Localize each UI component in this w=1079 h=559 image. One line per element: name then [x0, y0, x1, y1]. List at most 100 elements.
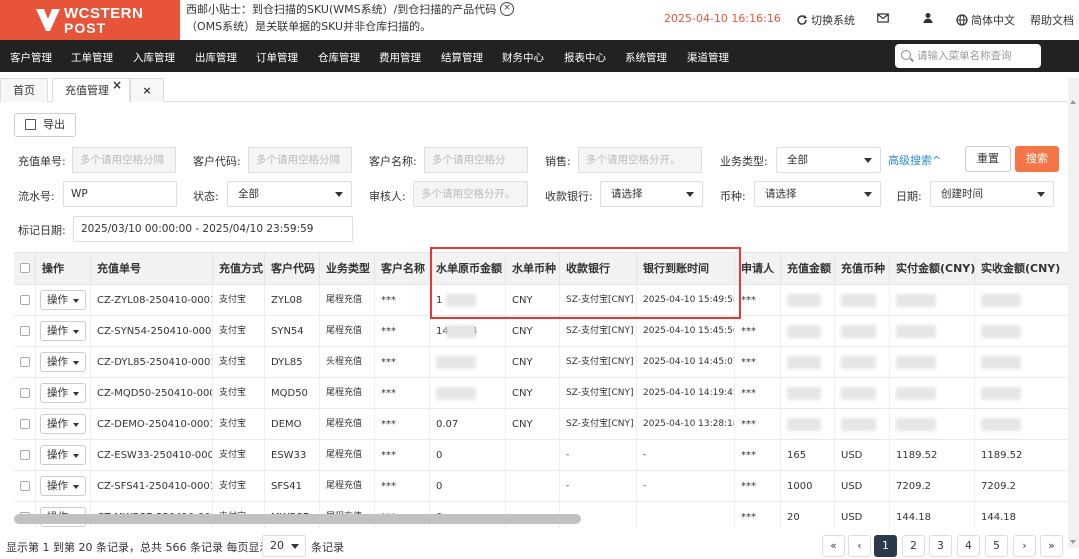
tab-home[interactable]: 首页: [0, 78, 48, 102]
nav-item-outbound[interactable]: 出库管理: [195, 50, 237, 65]
row-actions-dropdown[interactable]: 操作: [40, 445, 86, 465]
row-actions-dropdown[interactable]: 操作: [40, 321, 86, 341]
cell-bank-time: [637, 502, 735, 528]
nav-item-settlement[interactable]: 结算管理: [441, 50, 483, 65]
cell-applicant: ***: [735, 285, 781, 316]
export-button[interactable]: 导出: [14, 113, 76, 137]
nav-item-finance[interactable]: 财务中心: [502, 50, 544, 65]
recharge-no-input[interactable]: 多个请用空格分隔: [72, 147, 176, 173]
page-size-select[interactable]: 20: [262, 535, 306, 557]
user-button[interactable]: [922, 12, 937, 25]
col-paid-cny[interactable]: 实付金额(CNY): [890, 253, 975, 285]
col-biz-type[interactable]: 业务类型: [320, 253, 375, 285]
cell-paid-cny: [890, 316, 975, 347]
language-selector[interactable]: 简体中文: [956, 12, 1015, 28]
cell-bank-time: -: [637, 440, 735, 471]
table-row[interactable]: 操作 CZ-MQD50-250410-0001 支付宝 MQD50 尾程充值 *** CNY…: [14, 378, 1079, 409]
highlight-box: [430, 247, 741, 319]
currency-select[interactable]: 请选择: [754, 181, 881, 207]
col-recharge-amount[interactable]: 充值金额: [781, 253, 835, 285]
table-row[interactable]: 操作 CZ-DEMO-250410-0001 支付宝 DEMO 尾程充值 *** 0.07 C…: [14, 409, 1079, 440]
biz-type-label: 业务类型:: [720, 155, 768, 168]
page-3-button[interactable]: 3: [929, 535, 952, 557]
status-label: 状态:: [193, 190, 219, 203]
row-actions-dropdown[interactable]: 操作: [40, 414, 86, 434]
biz-type-select[interactable]: 全部: [776, 147, 881, 173]
menu-search-input[interactable]: 请输入菜单名称查询: [895, 44, 1041, 68]
page-4-button[interactable]: 4: [957, 535, 980, 557]
row-checkbox[interactable]: [20, 357, 30, 367]
table-row[interactable]: 操作 CZ-ESW33-250410-0001 支付宝 ESW33 尾程充值 *** 0- -…: [14, 440, 1079, 471]
customer-name-input[interactable]: 多个请用空格分: [424, 147, 528, 173]
mark-date-range-input[interactable]: 2025/03/10 00:00:00 - 2025/04/10 23:59:5…: [73, 216, 353, 242]
redacted-value: [446, 325, 476, 338]
customer-code-input[interactable]: 多个请用空格分隔: [248, 147, 352, 173]
nav-item-reports[interactable]: 报表中心: [564, 50, 606, 65]
row-actions-dropdown[interactable]: 操作: [40, 290, 86, 310]
tab-recharge-close-icon[interactable]: ×: [112, 78, 122, 92]
search-button[interactable]: 搜索: [1015, 146, 1059, 172]
status-select[interactable]: 全部: [227, 181, 352, 207]
bank-select[interactable]: 请选择: [600, 181, 703, 207]
export-icon: [25, 119, 36, 130]
reviewer-label: 审核人:: [369, 190, 406, 203]
page-1-button[interactable]: 1: [874, 535, 897, 557]
nav-item-ticket[interactable]: 工单管理: [71, 50, 113, 65]
row-checkbox[interactable]: [20, 326, 30, 336]
nav-item-inbound[interactable]: 入库管理: [133, 50, 175, 65]
table-row[interactable]: 操作CZ-SYN54-250410-0001支付宝SYN54尾程充值***144…: [14, 316, 1079, 347]
tip-close-icon[interactable]: ×: [500, 2, 514, 16]
row-checkbox[interactable]: [20, 450, 30, 460]
advanced-search-link[interactable]: 高级搜索^: [888, 152, 941, 168]
nav-item-orders[interactable]: 订单管理: [256, 50, 298, 65]
page-last-button[interactable]: »: [1040, 535, 1063, 557]
page-2-button[interactable]: 2: [902, 535, 925, 557]
row-checkbox[interactable]: [20, 388, 30, 398]
brand-logo[interactable]: WCSTERN POST: [0, 0, 180, 40]
scroll-up-icon[interactable]: [1070, 100, 1076, 104]
col-customer-name[interactable]: 客户名称: [375, 253, 430, 285]
scroll-down-icon[interactable]: [1070, 540, 1076, 544]
cell-bank: -: [560, 471, 637, 502]
sales-input[interactable]: 多个请用空格分开。: [578, 147, 702, 173]
serial-input[interactable]: WP: [63, 181, 177, 207]
col-received-cny[interactable]: 实收金额(CNY): [975, 253, 1079, 285]
reset-button[interactable]: 重置: [965, 146, 1011, 172]
cell-customer-code: MQD50: [265, 378, 320, 409]
cell-customer-code: DYL85: [265, 347, 320, 378]
col-recharge-no[interactable]: 充值单号: [91, 253, 213, 285]
row-checkbox[interactable]: [20, 481, 30, 491]
col-applicant[interactable]: 申请人: [735, 253, 781, 285]
row-checkbox[interactable]: [20, 419, 30, 429]
vertical-scrollbar[interactable]: [1068, 78, 1079, 548]
table-row[interactable]: 操作 CZ-SFS41-250410-0001 支付宝 SFS41 尾程充值 *** 0- -…: [14, 471, 1079, 502]
horizontal-scrollbar[interactable]: [14, 514, 581, 524]
col-method[interactable]: 充值方式: [213, 253, 265, 285]
cell-recharge-amount: [781, 409, 835, 440]
page-first-button[interactable]: «: [822, 535, 845, 557]
page-next-button[interactable]: ›: [1013, 535, 1036, 557]
row-checkbox[interactable]: [20, 295, 30, 305]
cell-applicant: ***: [735, 378, 781, 409]
nav-item-customer[interactable]: 客户管理: [10, 50, 52, 65]
table-row[interactable]: 操作 CZ-DYL85-250410-0001 支付宝 DYL85 头程充值 *** CNY…: [14, 347, 1079, 378]
select-all-checkbox[interactable]: [20, 263, 30, 273]
col-customer-code[interactable]: 客户代码: [265, 253, 320, 285]
switch-system-button[interactable]: 切换系统: [796, 12, 855, 28]
nav-item-warehouse[interactable]: 仓库管理: [318, 50, 360, 65]
date-type-label: 日期:: [896, 190, 922, 203]
mail-button[interactable]: [877, 12, 892, 25]
date-type-select[interactable]: 创建时间: [930, 181, 1054, 207]
row-actions-dropdown[interactable]: 操作: [40, 383, 86, 403]
page-prev-button[interactable]: ‹: [848, 535, 871, 557]
page-5-button[interactable]: 5: [985, 535, 1008, 557]
close-tabs-button[interactable]: ×: [130, 78, 164, 102]
nav-item-system[interactable]: 系统管理: [625, 50, 667, 65]
nav-item-fees[interactable]: 费用管理: [379, 50, 421, 65]
col-recharge-currency[interactable]: 充值币种: [835, 253, 890, 285]
reviewer-input[interactable]: 多个请用空格分开。: [413, 181, 528, 207]
row-actions-dropdown[interactable]: 操作: [40, 476, 86, 496]
row-actions-dropdown[interactable]: 操作: [40, 352, 86, 372]
help-docs-link[interactable]: 帮助文档: [1030, 12, 1074, 28]
nav-item-channels[interactable]: 渠道管理: [687, 50, 729, 65]
